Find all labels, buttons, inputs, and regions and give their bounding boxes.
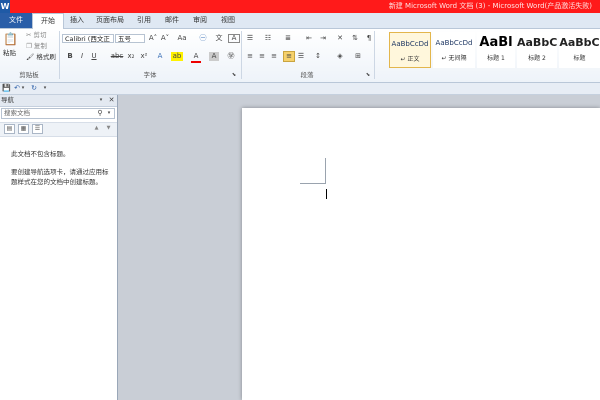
strikethrough-button[interactable]: abc <box>110 52 124 61</box>
tab-home[interactable]: 开始 <box>32 13 64 29</box>
style-heading-2[interactable]: AaBbC 标题 2 <box>517 32 557 68</box>
font-dialog-launcher-icon[interactable]: ⬊ <box>231 71 237 80</box>
nav-options-icon[interactable]: ▾ <box>98 96 104 105</box>
justify-icon[interactable]: ≡ <box>283 51 295 62</box>
ribbon: 📋 粘贴 ✂ 剪切 ❐ 复制 🖌 格式刷 剪贴板 Calibri (西文正 五号… <box>0 29 600 83</box>
cut-button[interactable]: ✂ 剪切 <box>26 31 47 40</box>
style-heading-1[interactable]: AaBl 标题 1 <box>477 32 515 68</box>
margin-crop-mark <box>300 183 326 184</box>
paste-button[interactable]: 粘贴 <box>3 49 16 58</box>
shrink-font-button[interactable]: A˅ <box>160 34 170 43</box>
tab-view[interactable]: 视图 <box>216 13 240 28</box>
group-label-font: 字体 <box>143 71 157 79</box>
shading-icon[interactable]: ◈ <box>334 52 346 61</box>
font-size-select[interactable]: 五号 <box>115 34 145 43</box>
distributed-icon[interactable]: ☰ <box>296 52 306 61</box>
document-area[interactable] <box>118 95 600 400</box>
search-icon[interactable]: ⚲ <box>96 109 104 118</box>
align-left-icon[interactable]: ≡ <box>245 52 255 61</box>
multilevel-list-icon[interactable]: ≣ <box>282 34 294 43</box>
clear-format-button[interactable]: A <box>228 34 240 43</box>
undo-dropdown-icon[interactable]: ▾ <box>20 84 26 93</box>
phonetic-icon[interactable]: ㊀ <box>198 34 208 43</box>
italic-button[interactable]: I <box>78 52 86 61</box>
bullets-icon[interactable]: ☰ <box>244 34 256 43</box>
navigation-pane: 导航 ▾ ✕ 搜索文档 ⚲ ▾ ▤ ▦ ☰ ▲ ▼ 此文档不包含标题。 要创建导… <box>0 95 118 400</box>
group-label-clipboard: 剪贴板 <box>19 71 39 79</box>
pages-view-icon[interactable]: ▦ <box>18 124 29 134</box>
redo-icon[interactable]: ↻ <box>30 84 38 93</box>
line-spacing-icon[interactable]: ↕ <box>312 52 324 61</box>
chinese-layout-icon[interactable]: ✕ <box>334 34 346 43</box>
ribbon-tab-row: 文件 开始 插入 页面布局 引用 邮件 审阅 视图 <box>0 13 600 29</box>
close-icon[interactable]: ✕ <box>108 96 115 105</box>
align-center-icon[interactable]: ≡ <box>257 52 267 61</box>
search-dropdown-icon[interactable]: ▾ <box>106 109 112 118</box>
tab-insert[interactable]: 插入 <box>64 13 90 28</box>
next-icon[interactable]: ▼ <box>105 124 112 133</box>
style-no-spacing[interactable]: AaBbCcDd ↵ 无间隔 <box>433 32 475 68</box>
nav-search-input[interactable]: 搜索文档 <box>4 109 30 118</box>
enclose-char-icon[interactable]: ㊫ <box>226 52 236 61</box>
headings-view-icon[interactable]: ▤ <box>4 124 15 134</box>
nav-hint-message: 要创建导航选项卡，请通过应用标题样式在您的文档中创建标题。 <box>11 168 109 186</box>
numbering-icon[interactable]: ☷ <box>262 34 274 43</box>
change-case-button[interactable]: Aa <box>176 34 188 43</box>
scissors-icon: ✂ <box>26 31 32 39</box>
tab-review[interactable]: 审阅 <box>188 13 212 28</box>
copy-button[interactable]: ❐ 复制 <box>26 42 47 51</box>
style-normal[interactable]: AaBbCcDd ↵ 正文 <box>389 32 431 68</box>
previous-icon[interactable]: ▲ <box>93 124 100 133</box>
increase-indent-icon[interactable]: ⇥ <box>318 34 328 43</box>
borders-icon[interactable]: ⊞ <box>352 52 364 61</box>
sort-icon[interactable]: ⇅ <box>350 34 360 43</box>
underline-button[interactable]: U <box>90 52 98 61</box>
copy-icon: ❐ <box>26 42 32 50</box>
group-divider <box>374 31 375 79</box>
nav-view-tabs: ▤ ▦ ☰ ▲ ▼ <box>0 122 117 137</box>
font-name-select[interactable]: Calibri (西文正 <box>62 34 114 43</box>
grow-font-button[interactable]: A˄ <box>148 34 158 43</box>
text-cursor <box>326 189 327 199</box>
margin-crop-mark <box>325 158 326 184</box>
paste-clipboard-icon[interactable]: 📋 <box>3 31 18 47</box>
word-app-icon[interactable]: W <box>0 0 10 13</box>
subscript-button[interactable]: x₂ <box>126 52 136 61</box>
align-right-icon[interactable]: ≡ <box>269 52 279 61</box>
format-painter-button[interactable]: 🖌 格式刷 <box>26 53 56 62</box>
tab-references[interactable]: 引用 <box>132 13 156 28</box>
text-effects-button[interactable]: A <box>155 52 165 61</box>
char-border-icon[interactable]: 文 <box>214 34 224 43</box>
show-marks-icon[interactable]: ¶ <box>364 34 374 43</box>
font-color-button[interactable]: A <box>191 52 201 63</box>
quick-access-toolbar: 💾 ↶ ▾ ↻ ▾ <box>0 83 600 95</box>
nav-pane-header: 导航 ▾ ✕ <box>0 95 117 107</box>
bold-button[interactable]: B <box>66 52 74 61</box>
highlight-button[interactable]: ab <box>171 52 183 61</box>
document-page[interactable] <box>242 108 600 400</box>
nav-search-box[interactable]: 搜索文档 ⚲ ▾ <box>1 108 115 119</box>
brush-icon: 🖌 <box>26 53 35 61</box>
window-title: 新建 Microsoft Word 文档 (3) - Microsoft Wor… <box>388 2 592 10</box>
title-bar: W 新建 Microsoft Word 文档 (3) - Microsoft W… <box>0 0 600 13</box>
nav-pane-title: 导航 <box>1 96 14 104</box>
superscript-button[interactable]: x² <box>139 52 149 61</box>
tab-mailings[interactable]: 邮件 <box>160 13 184 28</box>
tab-file[interactable]: 文件 <box>0 13 32 28</box>
results-view-icon[interactable]: ☰ <box>32 124 43 134</box>
char-shading-button[interactable]: A <box>209 52 219 61</box>
customize-qat-icon[interactable]: ▾ <box>42 84 48 93</box>
tab-page-layout[interactable]: 页面布局 <box>92 13 128 28</box>
nav-no-headings-message: 此文档不包含标题。 <box>11 150 70 158</box>
style-title[interactable]: AaBbC 标题 <box>559 32 600 68</box>
save-icon[interactable]: 💾 <box>2 84 11 93</box>
group-label-paragraph: 段落 <box>300 71 314 79</box>
decrease-indent-icon[interactable]: ⇤ <box>304 34 314 43</box>
paragraph-dialog-launcher-icon[interactable]: ⬊ <box>365 71 371 80</box>
